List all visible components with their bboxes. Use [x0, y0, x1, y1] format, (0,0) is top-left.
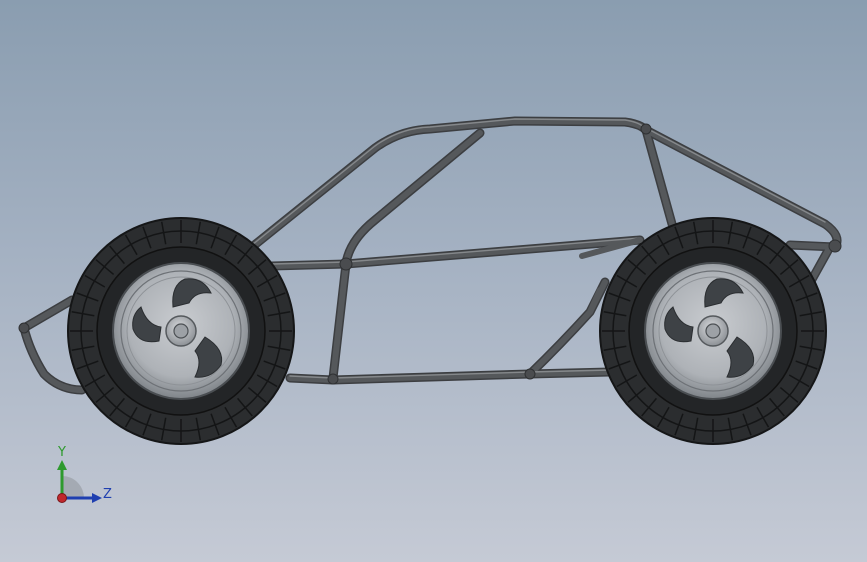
triad-z-arrowhead [92, 493, 102, 503]
graphics-viewport[interactable]: Y Z [0, 0, 867, 562]
front-wheel[interactable] [67, 217, 295, 445]
vehicle-model-view[interactable]: Y Z [0, 0, 867, 562]
rear-wheel[interactable] [599, 217, 827, 445]
triad-x-axis-dot [57, 493, 67, 503]
orientation-triad[interactable]: Y Z [57, 445, 112, 503]
triad-z-label: Z [103, 487, 112, 502]
triad-y-arrowhead [57, 460, 67, 470]
triad-y-label: Y [57, 445, 66, 460]
